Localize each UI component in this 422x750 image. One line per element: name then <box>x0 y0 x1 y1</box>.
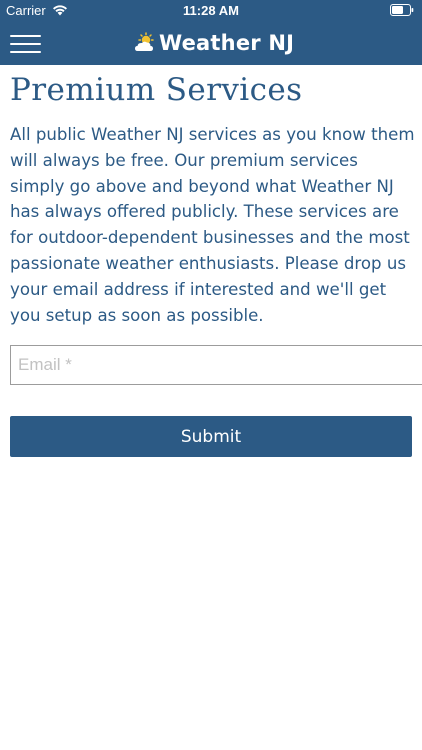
sun-cloud-icon <box>135 32 154 51</box>
status-time: 11:28 AM <box>183 3 239 18</box>
app-header: Carrier 11:28 AM Weather NJ <box>0 0 422 65</box>
email-field[interactable] <box>10 345 422 385</box>
battery-icon <box>390 4 414 16</box>
intro-paragraph: All public Weather NJ services as you kn… <box>10 125 415 325</box>
app-title: Weather NJ <box>159 31 295 55</box>
status-bar: Carrier 11:28 AM <box>0 0 422 22</box>
app-logo: Weather NJ <box>134 28 294 58</box>
hamburger-menu-icon <box>10 35 41 37</box>
submit-button[interactable]: Submit <box>10 416 412 457</box>
hamburger-menu-button[interactable] <box>10 32 42 54</box>
page-title: Premium Services <box>10 72 303 108</box>
